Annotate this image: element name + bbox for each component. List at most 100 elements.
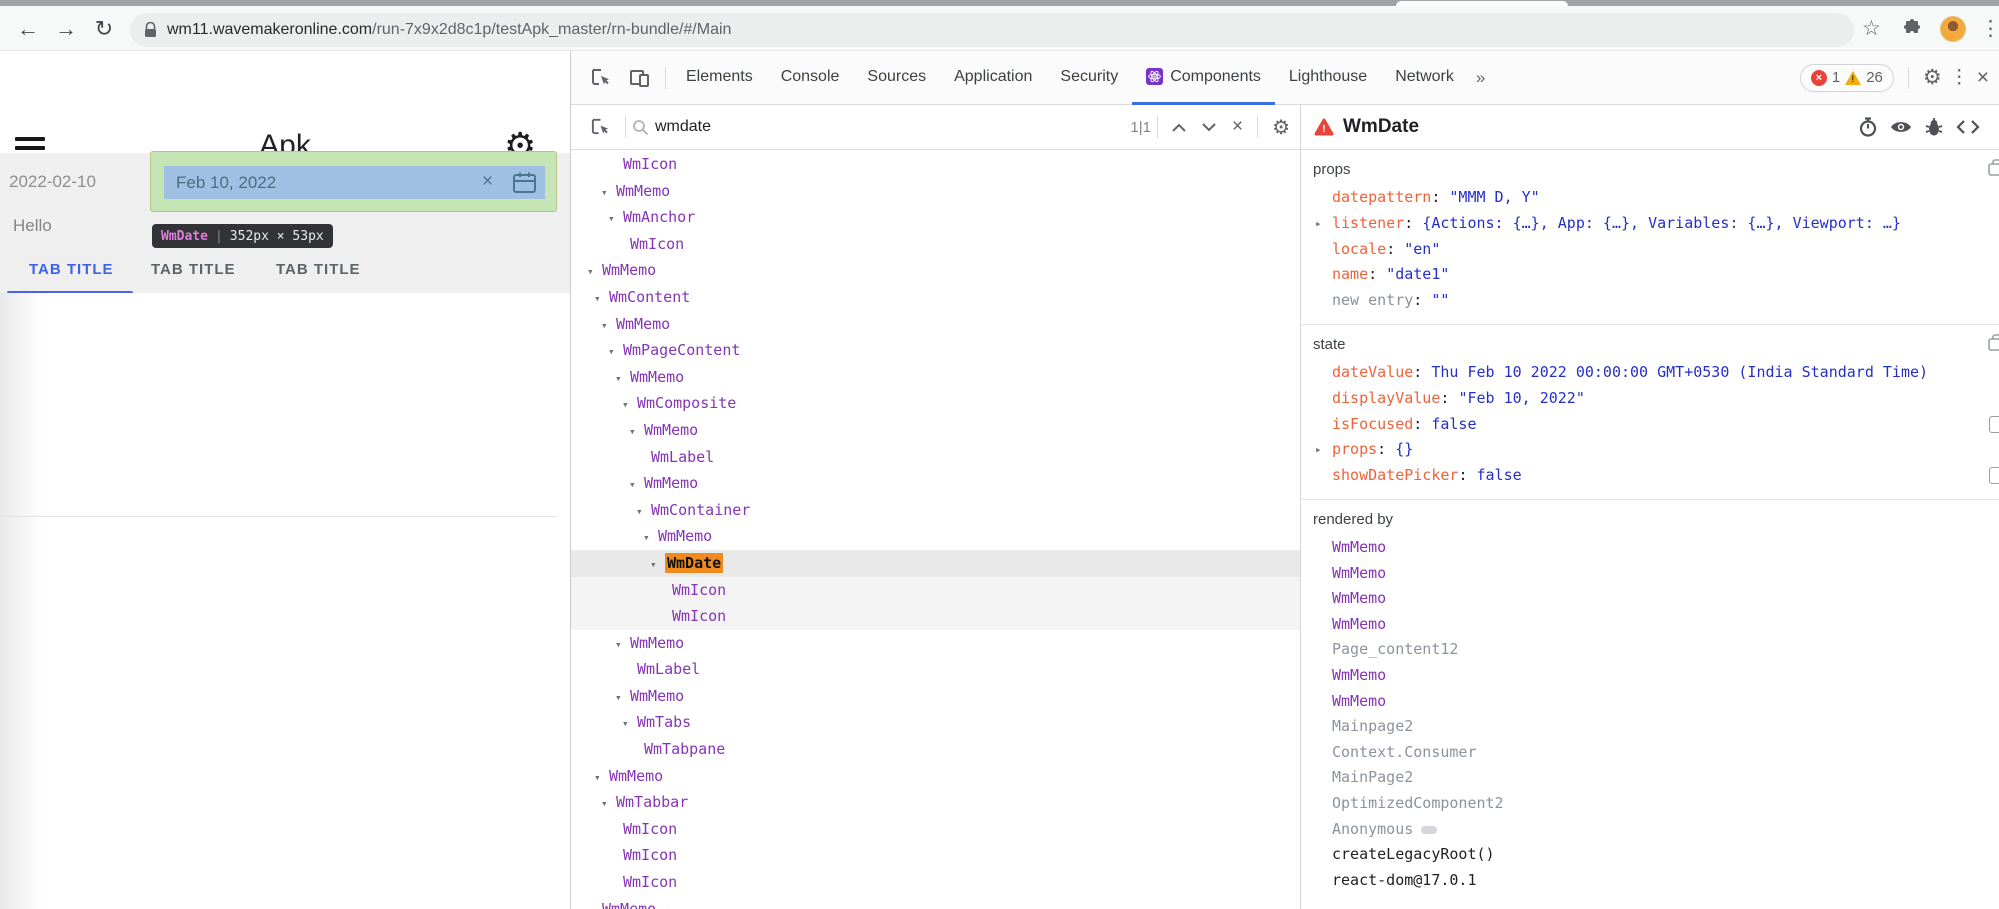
previous-match-icon[interactable] — [1164, 123, 1194, 132]
profile-avatar[interactable] — [1940, 16, 1966, 42]
tree-row-wmicon[interactable]: WmIcon — [571, 603, 1300, 630]
profiler-stopwatch-icon[interactable] — [1859, 117, 1877, 137]
expand-arrow-icon[interactable]: ▾ — [587, 898, 602, 909]
next-match-icon[interactable] — [1194, 123, 1224, 132]
device-toolbar-icon[interactable] — [620, 67, 659, 88]
tree-row-wmcontent[interactable]: ▾WmContent — [571, 284, 1300, 311]
expand-arrow-icon[interactable]: ▾ — [608, 339, 623, 366]
clear-search-icon[interactable]: × — [1224, 116, 1251, 138]
tree-row-wmlabel[interactable]: WmLabel — [571, 444, 1300, 471]
expand-arrow-icon[interactable]: ▾ — [615, 632, 630, 659]
expand-arrow-icon[interactable]: ▾ — [594, 765, 609, 792]
boolean-checkbox[interactable] — [1989, 416, 1999, 433]
back-button[interactable]: ← — [14, 15, 42, 43]
date-input[interactable]: Feb 10, 2022 × — [164, 166, 545, 199]
inspect-dom-eye-icon[interactable] — [1890, 119, 1912, 135]
app-tab-2[interactable]: TAB TITLE — [151, 261, 236, 278]
entry-value[interactable]: "en" — [1404, 240, 1440, 258]
entry-value[interactable]: {} — [1395, 440, 1413, 458]
tree-row-wmmemo[interactable]: ▾WmMemo — [571, 364, 1300, 391]
expand-arrow-icon[interactable]: ▾ — [601, 313, 616, 340]
tree-settings-gear-icon[interactable]: ⚙ — [1264, 115, 1290, 140]
expand-arrow-icon[interactable]: ▸ — [1315, 437, 1322, 463]
tree-row-wmmemo[interactable]: ▾WmMemo — [571, 523, 1300, 550]
select-component-icon[interactable] — [581, 117, 619, 137]
tree-row-wmmemo[interactable]: ▾WmMemo▲ — [571, 896, 1300, 909]
expand-arrow-icon[interactable]: ▾ — [622, 392, 637, 419]
forward-button[interactable]: → — [52, 15, 80, 43]
expand-arrow-icon[interactable]: ▾ — [601, 791, 616, 818]
tree-row-wmtabpane[interactable]: WmTabpane — [571, 736, 1300, 763]
app-tab-1[interactable]: TAB TITLE — [29, 261, 114, 278]
devtools-tab-lighthouse[interactable]: Lighthouse — [1275, 51, 1381, 105]
tree-row-wmtabbar[interactable]: ▾WmTabbar — [571, 789, 1300, 816]
app-tab-3[interactable]: TAB TITLE — [276, 261, 361, 278]
tree-row-wmmemo[interactable]: ▾WmMemo — [571, 257, 1300, 284]
entry-value[interactable]: "date1" — [1386, 265, 1449, 283]
devtools-tab-components[interactable]: Components — [1132, 51, 1275, 105]
tree-row-wmicon[interactable]: WmIcon — [571, 577, 1300, 604]
tree-row-wmlabel[interactable]: WmLabel — [571, 656, 1300, 683]
tree-row-wmmemo[interactable]: ▾WmMemo — [571, 763, 1300, 790]
more-tabs-chevron[interactable]: » — [1468, 68, 1493, 88]
expand-arrow-icon[interactable]: ▾ — [608, 206, 623, 233]
owner-name[interactable]: WmMemo — [1332, 692, 1386, 710]
bookmark-star-icon[interactable]: ☆ — [1862, 17, 1881, 41]
entry-value[interactable]: "MMM D, Y" — [1449, 188, 1539, 206]
view-source-code-icon[interactable] — [1956, 119, 1980, 135]
owner-name[interactable]: WmMemo — [1332, 589, 1386, 607]
entry-value[interactable]: "Feb 10, 2022" — [1458, 389, 1584, 407]
tree-row-wmmemo[interactable]: ▾WmMemo — [571, 311, 1300, 338]
tree-row-wmcontainer[interactable]: ▾WmContainer — [571, 497, 1300, 524]
date-clear-icon[interactable]: × — [482, 171, 493, 193]
tree-row-wmmemo[interactable]: ▾WmMemo — [571, 178, 1300, 205]
expand-arrow-icon[interactable]: ▾ — [629, 419, 644, 446]
tree-row-wmicon[interactable]: WmIcon — [571, 869, 1300, 896]
calendar-icon[interactable] — [512, 171, 537, 195]
copy-section-icon[interactable] — [1988, 159, 1999, 176]
search-input[interactable]: wmdate — [655, 118, 711, 136]
expand-arrow-icon[interactable]: ▾ — [601, 180, 616, 207]
expand-arrow-icon[interactable]: ▾ — [650, 552, 665, 579]
devtools-tab-sources[interactable]: Sources — [853, 51, 940, 105]
tree-row-wmdate[interactable]: ▾WmDate — [571, 550, 1300, 577]
expand-arrow-icon[interactable]: ▾ — [622, 711, 637, 738]
expand-arrow-icon[interactable]: ▾ — [615, 366, 630, 393]
devtools-close-icon[interactable]: × — [1977, 66, 1989, 90]
tree-row-wmcomposite[interactable]: ▾WmComposite — [571, 390, 1300, 417]
tree-row-wmicon[interactable]: WmIcon — [571, 151, 1300, 178]
inspect-element-icon[interactable] — [581, 67, 620, 88]
issues-counter[interactable]: × 1 ! 26 — [1800, 64, 1894, 92]
entry-value[interactable]: {Actions: {…}, App: {…}, Variables: {…},… — [1422, 214, 1901, 232]
extensions-puzzle-icon[interactable] — [1902, 19, 1922, 39]
devtools-tab-elements[interactable]: Elements — [672, 51, 767, 105]
tree-row-wmicon[interactable]: WmIcon — [571, 842, 1300, 869]
boolean-checkbox[interactable] — [1989, 467, 1999, 484]
expand-arrow-icon[interactable]: ▾ — [636, 499, 651, 526]
devtools-tab-security[interactable]: Security — [1046, 51, 1132, 105]
address-bar[interactable]: wm11.wavemakeronline.com/run-7x9x2d8c1p/… — [130, 13, 1854, 47]
browser-menu-icon[interactable]: ⋮ — [1980, 17, 1999, 41]
tree-row-wmmemo[interactable]: ▾WmMemo — [571, 417, 1300, 444]
entry-value[interactable]: Thu Feb 10 2022 00:00:00 GMT+0530 (India… — [1431, 363, 1928, 381]
devtools-tab-network[interactable]: Network — [1381, 51, 1468, 105]
tree-row-wmmemo[interactable]: ▾WmMemo — [571, 683, 1300, 710]
expand-arrow-icon[interactable]: ▾ — [594, 286, 609, 313]
tree-row-wmmemo[interactable]: ▾WmMemo — [571, 630, 1300, 657]
copy-section-icon[interactable] — [1988, 334, 1999, 351]
debug-bug-icon[interactable] — [1925, 117, 1943, 137]
owner-name[interactable]: WmMemo — [1332, 564, 1386, 582]
devtools-tab-application[interactable]: Application — [940, 51, 1046, 105]
reload-button[interactable]: ↻ — [90, 15, 118, 43]
devtools-menu-icon[interactable]: ⋮ — [1950, 66, 1969, 89]
tree-row-wmicon[interactable]: WmIcon — [571, 816, 1300, 843]
devtools-settings-gear-icon[interactable]: ⚙ — [1923, 65, 1942, 90]
expand-arrow-icon[interactable]: ▾ — [615, 685, 630, 712]
tree-row-wmpagecontent[interactable]: ▾WmPageContent — [571, 337, 1300, 364]
owner-name[interactable]: WmMemo — [1332, 538, 1386, 556]
expand-arrow-icon[interactable]: ▾ — [629, 472, 644, 499]
tree-row-wmtabs[interactable]: ▾WmTabs — [571, 709, 1300, 736]
expand-arrow-icon[interactable]: ▾ — [643, 525, 658, 552]
devtools-tab-console[interactable]: Console — [767, 51, 854, 105]
tree-row-wmmemo[interactable]: ▾WmMemo — [571, 470, 1300, 497]
